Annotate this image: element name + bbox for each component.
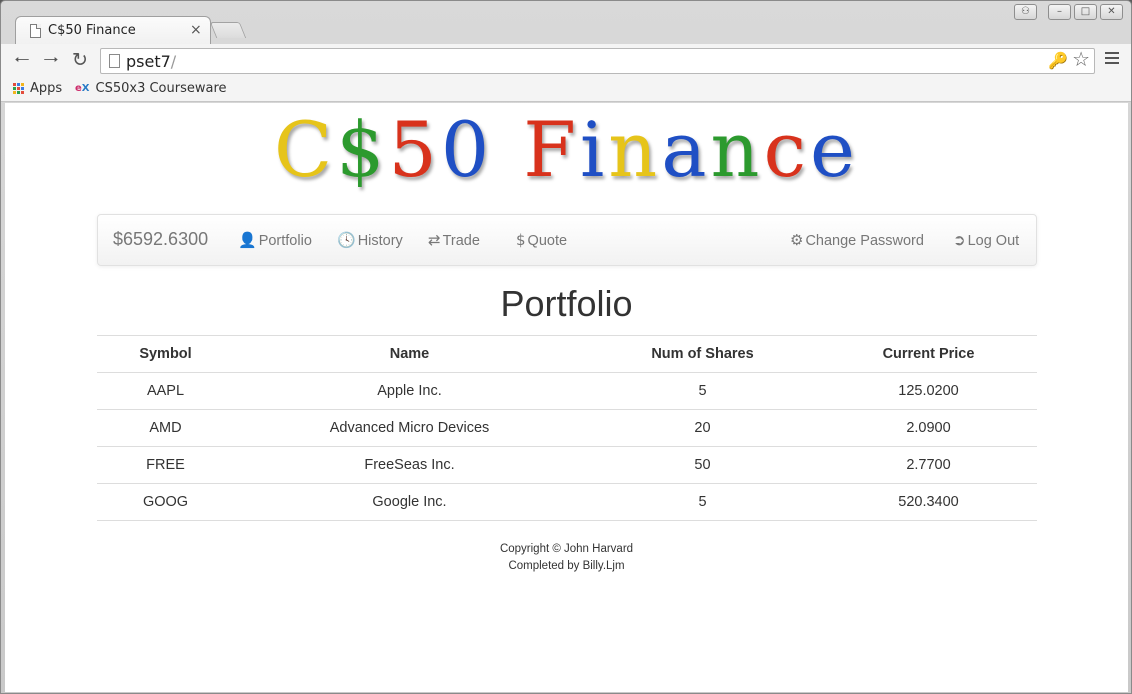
- table-row: GOOG Google Inc. 5 520.3400: [97, 483, 1037, 521]
- column-header-name: Name: [234, 335, 585, 373]
- logo-letter: 0: [440, 105, 494, 194]
- cs50-finance-logo[interactable]: C$50 Finance: [5, 109, 1128, 191]
- logo-letter: C: [273, 105, 337, 194]
- price-cell: 2.0900: [820, 409, 1037, 447]
- logo-letter: n: [608, 105, 662, 194]
- url-path: /: [170, 52, 177, 71]
- cash-balance: $6592.6300: [113, 229, 209, 249]
- gear-icon: ⚙: [790, 231, 804, 249]
- name-cell: FreeSeas Inc.: [234, 446, 585, 484]
- browser-tab[interactable]: C$50 Finance ×: [15, 16, 211, 44]
- column-header-symbol: Symbol: [97, 335, 234, 373]
- close-window-icon[interactable]: ✕: [1100, 4, 1123, 20]
- edx-icon: eX: [75, 83, 90, 94]
- bookmark-label: Apps: [30, 81, 63, 96]
- logo-letter: 5: [388, 105, 441, 194]
- logo-letter: i: [579, 105, 609, 194]
- name-cell: Apple Inc.: [234, 372, 585, 410]
- nav-change-password[interactable]: ⚙ Change Password: [790, 231, 924, 249]
- page-icon: [30, 24, 41, 38]
- nav-log-out[interactable]: ➲ Log Out: [953, 231, 1019, 249]
- price-cell: 2.7700: [820, 446, 1037, 484]
- reload-icon[interactable]: ↻: [69, 50, 91, 72]
- logo-letter: [493, 109, 523, 191]
- url-text: pset7/: [126, 52, 176, 71]
- logo-letter: a: [661, 105, 711, 194]
- column-header-price: Current Price: [820, 335, 1037, 373]
- hamburger-menu-icon[interactable]: [1105, 52, 1119, 66]
- tab-title: C$50 Finance: [48, 23, 136, 38]
- bookmark-label: CS50x3 Courseware: [95, 81, 227, 96]
- window-controls: ⚇ – □ ✕: [1014, 4, 1123, 20]
- page-icon: [109, 54, 120, 68]
- shuffle-icon: ⇄: [428, 231, 441, 249]
- logo-letter: e: [810, 105, 860, 194]
- user-profile-icon[interactable]: ⚇: [1014, 4, 1037, 20]
- completed-by-text: Completed by Billy.Ljm: [508, 560, 625, 572]
- new-tab-button[interactable]: [209, 22, 247, 38]
- bookmark-cs50x3[interactable]: eX CS50x3 Courseware: [75, 81, 227, 96]
- log-out-icon: ➲: [953, 231, 966, 249]
- tab-strip: C$50 Finance × ⚇ – □ ✕: [1, 1, 1131, 44]
- copyright-text: Copyright © John Harvard: [499, 543, 634, 555]
- shares-cell: 5: [585, 483, 820, 521]
- column-header-shares: Num of Shares: [585, 335, 820, 373]
- bookmark-star-icon[interactable]: ☆: [1072, 49, 1090, 71]
- navbar: $6592.6300 👤 Portfolio 🕓 History ⇄ Trade $ Q…: [97, 214, 1037, 266]
- table-row: AMD Advanced Micro Devices 20 2.0900: [97, 409, 1037, 447]
- table-header-row: Symbol Name Num of Shares Current Price: [97, 335, 1037, 373]
- apps-grid-icon: [13, 83, 24, 94]
- browser-toolbar: 🠀 🠂 ↻ pset7/ 🔑 ☆: [1, 44, 1131, 77]
- footer: Copyright © John Harvard Completed by Bi…: [5, 541, 1128, 575]
- clock-icon: 🕓: [337, 231, 356, 249]
- user-icon: 👤: [238, 231, 257, 249]
- name-cell: Advanced Micro Devices: [234, 409, 585, 447]
- minimize-icon[interactable]: –: [1048, 4, 1071, 20]
- table-row: AAPL Apple Inc. 5 125.0200: [97, 372, 1037, 410]
- price-cell: 125.0200: [820, 372, 1037, 410]
- symbol-cell: AMD: [97, 409, 234, 447]
- address-bar[interactable]: pset7/ 🔑 ☆: [100, 48, 1095, 74]
- symbol-cell: GOOG: [97, 483, 234, 521]
- browser-window: C$50 Finance × ⚇ – □ ✕ 🠀 🠂 ↻ pset7/ 🔑 ☆: [0, 0, 1132, 694]
- name-cell: Google Inc.: [234, 483, 585, 521]
- nav-portfolio[interactable]: 👤 Portfolio: [238, 231, 312, 249]
- shares-cell: 20: [585, 409, 820, 447]
- url-host: pset7: [126, 52, 171, 71]
- back-arrow-icon[interactable]: 🠀: [11, 50, 33, 72]
- bookmark-apps[interactable]: Apps: [13, 81, 62, 96]
- symbol-cell: FREE: [97, 446, 234, 484]
- portfolio-table: Symbol Name Num of Shares Current Price …: [97, 335, 1037, 521]
- logo-letter: c: [763, 105, 811, 194]
- shares-cell: 5: [585, 372, 820, 410]
- web-page: C$50 Finance $6592.6300 👤 Portfolio 🕓 Hist…: [5, 103, 1128, 692]
- shares-cell: 50: [585, 446, 820, 484]
- nav-trade[interactable]: ⇄ Trade: [428, 231, 480, 249]
- nav-quote[interactable]: $ Quote: [516, 231, 567, 249]
- table-row: FREE FreeSeas Inc. 50 2.7700: [97, 446, 1037, 484]
- price-cell: 520.3400: [820, 483, 1037, 521]
- forward-arrow-icon[interactable]: 🠂: [40, 50, 62, 72]
- logo-letter: $: [336, 105, 389, 194]
- dollar-icon: $: [516, 231, 526, 249]
- logo-letter: F: [523, 105, 580, 194]
- close-tab-icon[interactable]: ×: [190, 21, 202, 39]
- key-icon[interactable]: 🔑: [1048, 51, 1068, 71]
- page-title: Portfolio: [500, 283, 633, 324]
- symbol-cell: AAPL: [97, 372, 234, 410]
- bookmarks-bar: Apps eX CS50x3 Courseware: [1, 77, 1131, 102]
- logo-letter: n: [710, 105, 764, 194]
- nav-history[interactable]: 🕓 History: [337, 231, 403, 249]
- maximize-icon[interactable]: □: [1074, 4, 1097, 20]
